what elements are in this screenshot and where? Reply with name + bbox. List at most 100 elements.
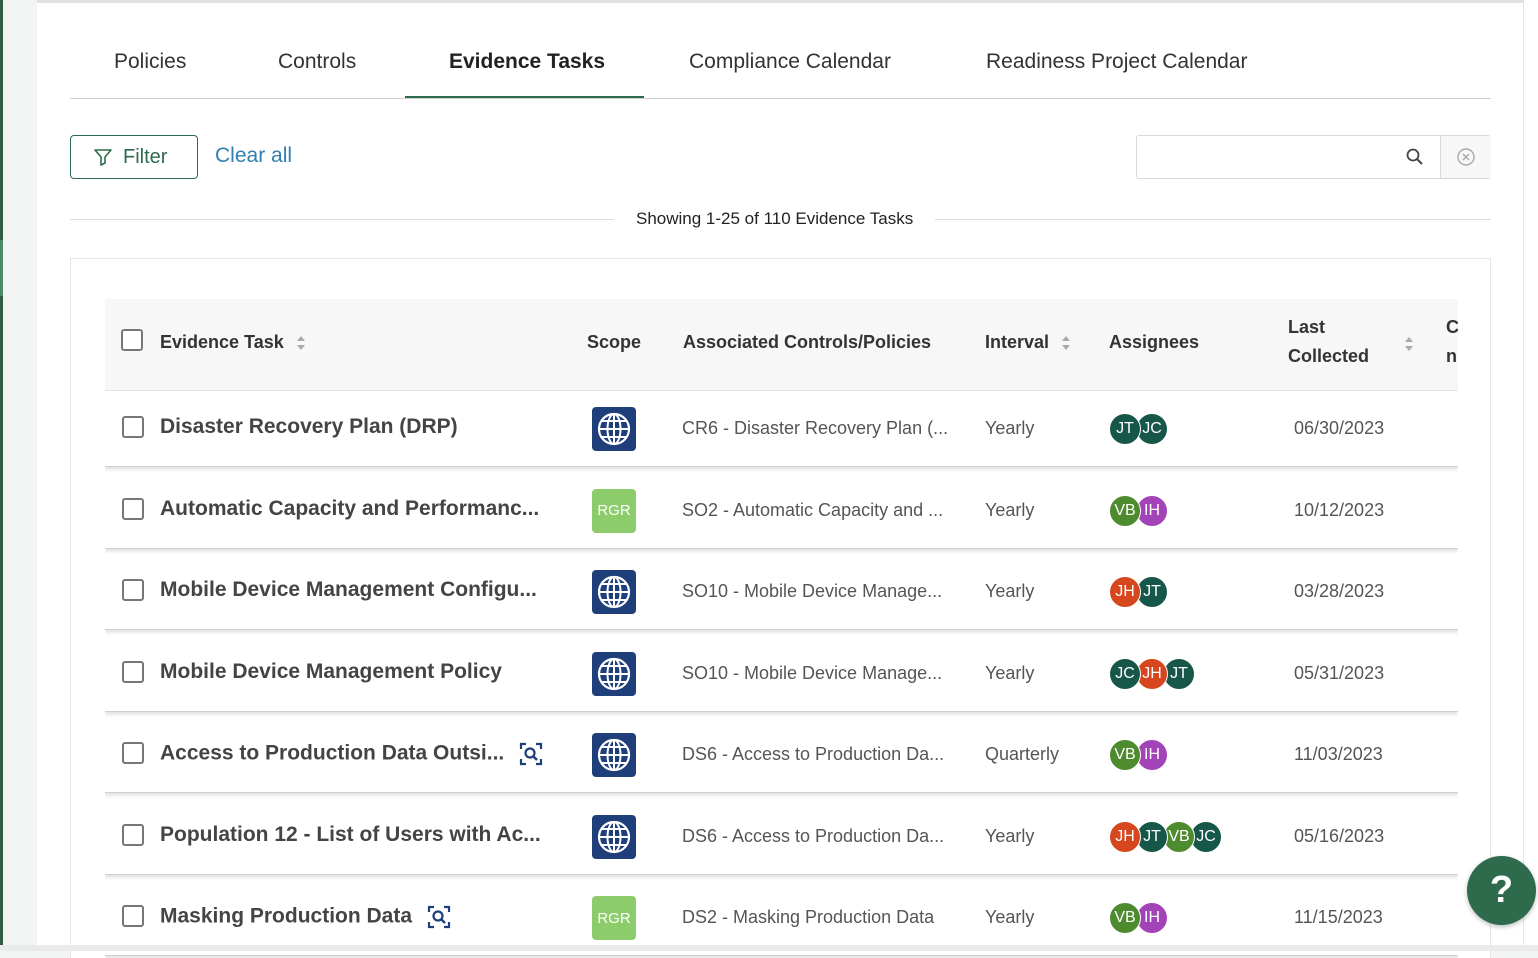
evidence-search-icon[interactable] [518, 741, 544, 767]
col-interval-label: Interval [985, 332, 1050, 352]
row-checkbox[interactable] [122, 905, 144, 927]
globe-icon [597, 820, 631, 853]
assignee-group: JC JH JT [1109, 657, 1195, 690]
evidence-task-name[interactable]: Automatic Capacity and Performanc... [160, 497, 539, 521]
row-checkbox[interactable] [122, 660, 144, 683]
interval-value: Yearly [985, 499, 1035, 520]
interval-value: Yearly [985, 907, 1035, 927]
assignee-group: VB IH [1109, 739, 1168, 771]
tab-bar: Policies Controls Evidence Tasks Complia… [70, 40, 1491, 99]
avatar[interactable]: VB [1109, 494, 1141, 527]
avatar[interactable]: VB [1109, 739, 1141, 771]
filter-label: Filter [123, 145, 168, 168]
last-collected-date: 05/31/2023 [1294, 662, 1385, 683]
avatar[interactable]: JH [1109, 820, 1141, 853]
associated-control[interactable]: CR6 - Disaster Recovery Plan (... [682, 418, 948, 439]
evidence-task-name[interactable]: Masking Production Data [160, 904, 452, 930]
sidebar-active-marker [0, 240, 3, 296]
associated-control[interactable]: SO10 - Mobile Device Manage... [682, 663, 942, 684]
scope-globe-badge [592, 814, 636, 859]
associated-control[interactable]: DS2 - Masking Production Data [682, 907, 934, 928]
clear-all-link[interactable]: Clear all [215, 144, 292, 168]
evidence-table-card: Evidence Task Scope Associated Controls/… [70, 258, 1491, 958]
scope-globe-badge [592, 570, 636, 614]
app-sidebar-edge [0, 0, 3, 951]
col-interval[interactable]: Interval [985, 332, 1071, 353]
col-last-collected-line2: Collected [1288, 346, 1370, 366]
associated-control[interactable]: SO2 - Automatic Capacity and ... [682, 500, 943, 521]
table-row[interactable]: Population 12 - List of Users with Ac...… [105, 798, 1458, 875]
col-associated-controls: Associated Controls/Policies [683, 332, 932, 352]
avatar[interactable]: JC [1109, 657, 1141, 690]
tab-controls[interactable]: Controls [278, 50, 356, 74]
globe-icon [597, 575, 631, 609]
row-checkbox[interactable] [122, 416, 144, 438]
col-evidence-task-label: Evidence Task [160, 332, 284, 352]
table-row[interactable]: Disaster Recovery Plan (DRP) CR6 - Disast… [105, 391, 1458, 467]
associated-control[interactable]: DS6 - Access to Production Da... [682, 826, 944, 847]
evidence-task-name[interactable]: Disaster Recovery Plan (DRP) [160, 415, 458, 439]
scope-rgr-badge: RGR [592, 488, 636, 533]
filter-button[interactable]: Filter [70, 135, 198, 179]
interval-value: Quarterly [985, 744, 1060, 764]
avatar[interactable]: JH [1109, 576, 1141, 608]
row-checkbox[interactable] [122, 579, 144, 601]
sort-icon[interactable] [296, 334, 306, 352]
sort-icon[interactable] [1404, 335, 1414, 353]
col-scope: Scope [587, 332, 642, 352]
col-last-collected-line1: Last [1288, 317, 1326, 337]
assignee-group: JH JT [1109, 576, 1168, 608]
avatar[interactable]: VB [1109, 902, 1141, 934]
table-row[interactable]: Mobile Device Management Configu... SO10 … [105, 554, 1458, 630]
results-summary: Showing 1-25 of 110 Evidence Tasks [614, 209, 936, 229]
sort-icon[interactable] [1061, 334, 1071, 352]
globe-icon [597, 738, 631, 772]
row-checkbox[interactable] [122, 497, 144, 520]
evidence-task-name[interactable]: Mobile Device Management Configu... [160, 578, 537, 602]
associated-control[interactable]: DS6 - Access to Production Da... [682, 744, 944, 765]
clear-search-button[interactable] [1440, 136, 1491, 178]
table-row[interactable]: Automatic Capacity and Performanc... RGR S… [105, 472, 1458, 549]
help-button[interactable]: ? [1467, 856, 1536, 925]
select-all-checkbox[interactable] [121, 329, 143, 351]
last-collected-date: 11/03/2023 [1294, 744, 1383, 764]
last-collected-date: 06/30/2023 [1294, 418, 1385, 438]
tab-policies[interactable]: Policies [114, 50, 186, 74]
last-collected-date: 03/28/2023 [1294, 581, 1385, 601]
tab-evidence-tasks[interactable]: Evidence Tasks [449, 50, 605, 74]
row-checkbox[interactable] [122, 742, 144, 764]
avatar[interactable]: JT [1109, 413, 1141, 445]
row-checkbox[interactable] [122, 823, 144, 846]
tab-readiness-project-calendar[interactable]: Readiness Project Calendar [986, 50, 1247, 74]
globe-icon [597, 412, 631, 446]
associated-control[interactable]: SO10 - Mobile Device Manage... [682, 581, 942, 602]
funnel-icon [94, 149, 112, 166]
search-icon[interactable] [1405, 147, 1425, 167]
tab-compliance-calendar[interactable]: Compliance Calendar [689, 50, 891, 74]
table-row[interactable]: Mobile Device Management Policy SO10 - Mo… [105, 635, 1458, 712]
table-row[interactable]: Access to Production Data Outsi... DS6 - … [105, 717, 1458, 793]
last-collected-date: 05/16/2023 [1294, 825, 1385, 846]
assignee-group: VB IH [1109, 494, 1168, 527]
col-evidence-task[interactable]: Evidence Task [160, 332, 306, 353]
evidence-task-name[interactable]: Mobile Device Management Policy [160, 660, 502, 684]
assignee-group: JT JC [1109, 413, 1168, 445]
scope-globe-badge [592, 407, 636, 451]
scope-globe-badge [592, 651, 636, 696]
evidence-task-label: Mobile Device Management Configu... [160, 578, 537, 601]
evidence-task-name[interactable]: Population 12 - List of Users with Ac... [160, 823, 541, 847]
interval-value: Yearly [985, 418, 1035, 438]
evidence-task-label: Disaster Recovery Plan (DRP) [160, 415, 458, 438]
bottom-scrollbar [0, 945, 1538, 951]
col-assignees: Assignees [1109, 332, 1200, 352]
last-collected-date: 11/15/2023 [1294, 907, 1383, 927]
interval-value: Yearly [985, 581, 1035, 601]
search-input[interactable] [1137, 136, 1437, 178]
evidence-search-icon[interactable] [426, 904, 452, 930]
scope-rgr-badge: RGR [592, 896, 636, 940]
evidence-task-label: Masking Production Data [160, 904, 413, 928]
close-circle-icon [1457, 148, 1475, 166]
interval-value: Yearly [985, 825, 1035, 846]
table-header: Evidence Task Scope Associated Controls/… [105, 299, 1458, 391]
evidence-task-name[interactable]: Access to Production Data Outsi... [160, 741, 544, 767]
